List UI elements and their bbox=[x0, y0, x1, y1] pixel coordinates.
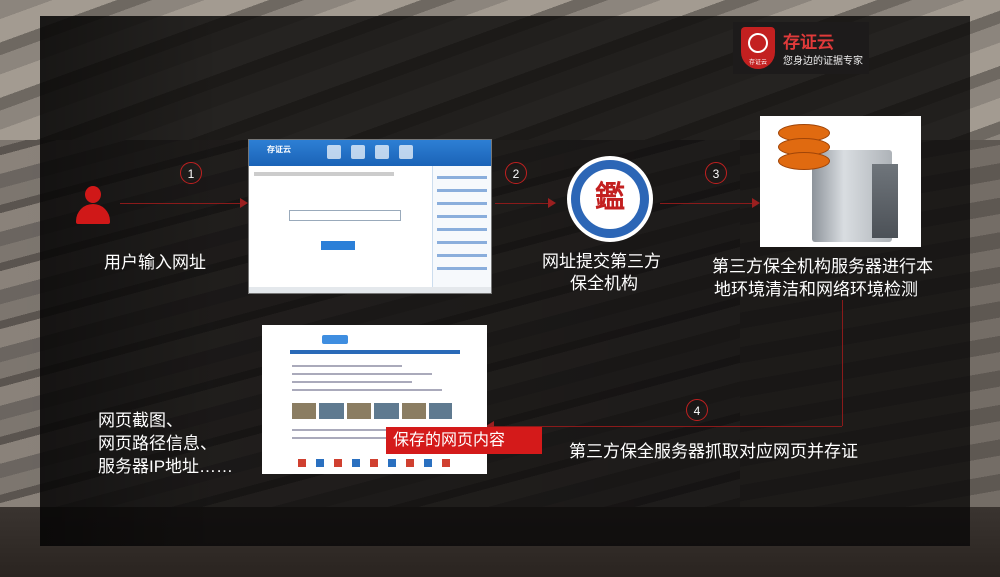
judicial-seal-icon: 鑑 bbox=[567, 156, 653, 242]
app-address-bar bbox=[254, 172, 394, 176]
connector-1 bbox=[120, 203, 244, 204]
step-3-badge: 3 bbox=[705, 162, 727, 184]
connector-3 bbox=[660, 203, 756, 204]
doc-icon bbox=[399, 145, 413, 159]
app-sidebar bbox=[432, 166, 491, 293]
connector-4-vertical bbox=[842, 300, 843, 426]
step-2-badge: 2 bbox=[505, 162, 527, 184]
brand-name: 存证云 bbox=[783, 33, 834, 52]
upload-icon bbox=[327, 145, 341, 159]
site-image-strip bbox=[292, 403, 452, 419]
site-logo bbox=[322, 335, 348, 344]
server-image bbox=[760, 116, 921, 247]
label-server-line2: 地环境清洁和网络环境检测 bbox=[714, 280, 918, 299]
server-front-panel bbox=[872, 164, 898, 238]
shield-label: 存证云 bbox=[748, 60, 767, 66]
arrow-2-icon bbox=[548, 198, 556, 208]
app-header: 存证云 bbox=[249, 140, 491, 166]
arrow-3-icon bbox=[752, 198, 760, 208]
app-title: 存证云 bbox=[267, 145, 291, 154]
shield-icon: 存证云 bbox=[741, 27, 775, 69]
file-icon bbox=[375, 145, 389, 159]
database-disk-3-icon bbox=[778, 152, 830, 170]
connector-2 bbox=[495, 203, 553, 204]
connector-4-horizontal bbox=[490, 426, 842, 427]
label-capture: 第三方保全服务器抓取对应网页并存证 bbox=[569, 442, 858, 461]
step-1-badge: 1 bbox=[180, 162, 202, 184]
app-window-screenshot: 存证云 bbox=[248, 139, 492, 294]
app-body bbox=[249, 166, 491, 293]
submit-button bbox=[321, 241, 355, 250]
label-evidence-line2: 网页路径信息、 bbox=[98, 434, 217, 453]
site-nav-bar bbox=[290, 350, 460, 354]
label-server-line1: 第三方保全机构服务器进行本 bbox=[712, 257, 933, 276]
user-icon bbox=[76, 186, 110, 224]
label-submit-line2: 保全机构 bbox=[570, 274, 638, 293]
step-4-badge: 4 bbox=[686, 399, 708, 421]
label-user-input: 用户输入网址 bbox=[104, 253, 206, 272]
label-submit-line1: 网址提交第三方 bbox=[542, 252, 661, 271]
grid-icon bbox=[351, 145, 365, 159]
seal-center: 鑑 bbox=[595, 181, 625, 214]
arrow-1-icon bbox=[240, 198, 248, 208]
saved-content-tag: 保存的网页内容 bbox=[386, 427, 542, 454]
site-partner-icons bbox=[298, 459, 458, 467]
brand-logo: 存证云 存证云 您身边的证据专家 bbox=[733, 22, 869, 74]
label-evidence-line3: 服务器IP地址…… bbox=[98, 457, 234, 476]
brand-slogan: 您身边的证据专家 bbox=[783, 56, 863, 67]
label-evidence-line1: 网页截图、 bbox=[98, 411, 183, 430]
url-input bbox=[289, 210, 401, 221]
app-statusbar bbox=[249, 287, 491, 293]
